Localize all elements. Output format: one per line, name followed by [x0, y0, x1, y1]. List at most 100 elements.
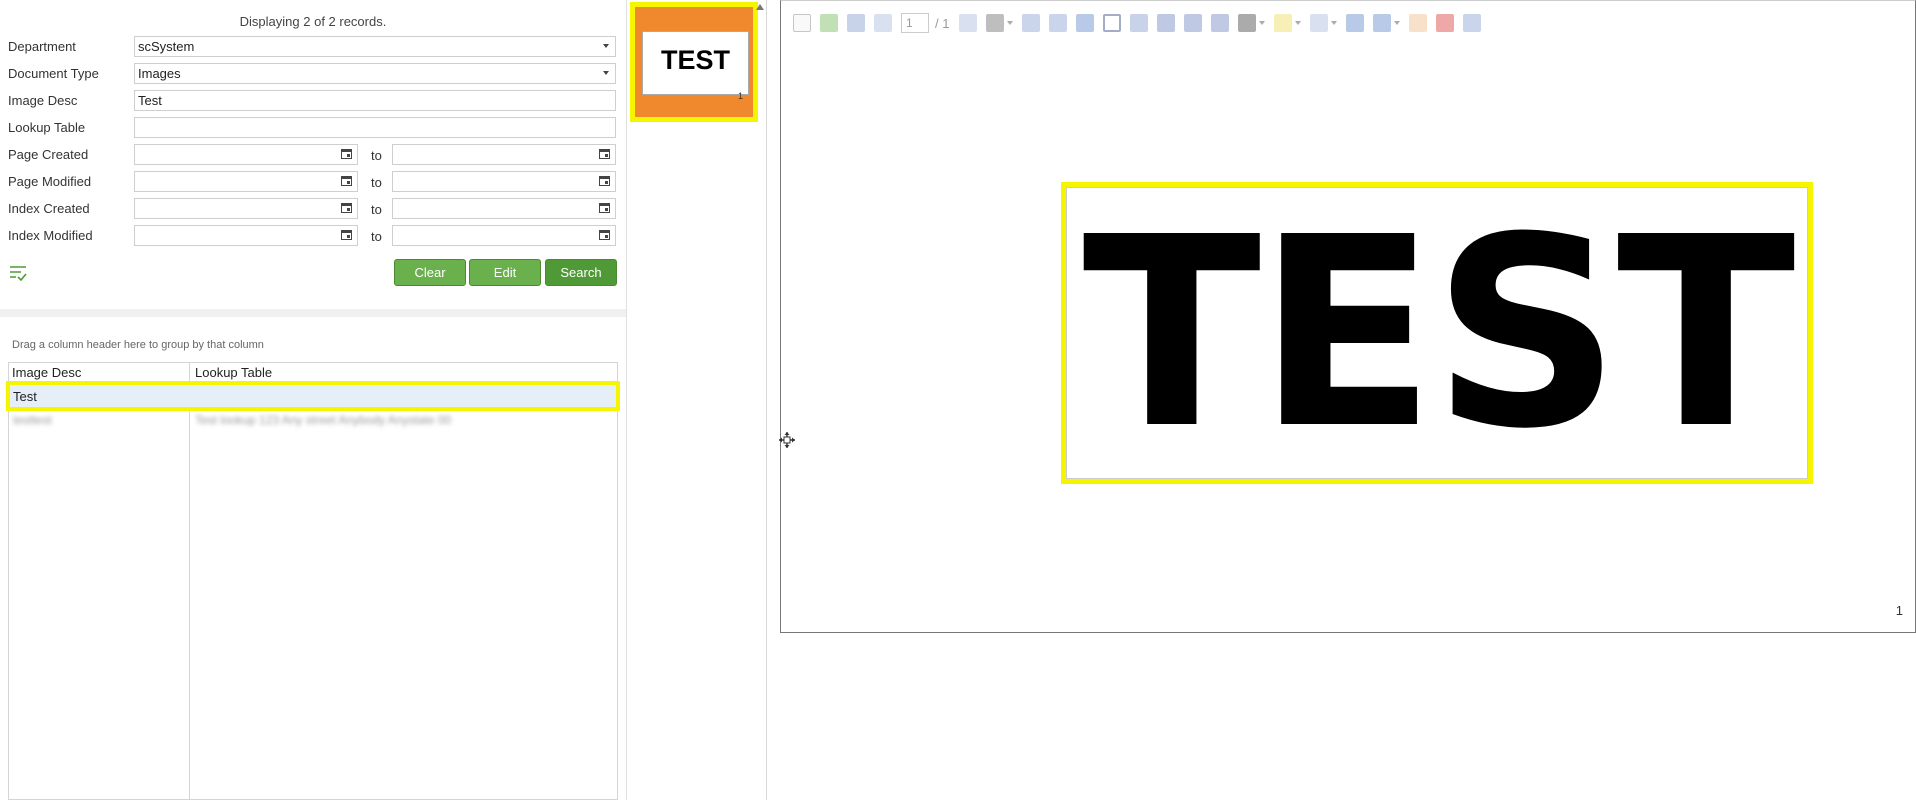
delete-annotation-icon[interactable]	[1436, 14, 1455, 32]
redact-dropdown-icon[interactable]	[1259, 21, 1266, 25]
edit-button[interactable]: Edit	[469, 259, 541, 286]
panel-divider[interactable]	[0, 309, 626, 317]
actual-size-icon[interactable]	[1130, 14, 1149, 32]
grid-header: Image Desc Lookup Table	[9, 363, 617, 383]
to-label: to	[371, 148, 382, 163]
calendar-icon[interactable]	[599, 149, 610, 159]
results-grid: Image Desc Lookup Table Test testtest Te…	[6, 362, 620, 800]
image-desc-label: Image Desc	[8, 93, 78, 108]
document-image-text: TEST	[1082, 181, 1795, 486]
index-modified-row: Index Modified to	[8, 225, 618, 246]
text-annotation-icon[interactable]	[1310, 14, 1329, 32]
page-modified-row: Page Modified to	[8, 171, 618, 192]
viewer-page-number: 1	[1895, 603, 1903, 618]
page-modified-from-input[interactable]	[134, 171, 358, 192]
index-created-label: Index Created	[8, 201, 90, 216]
document-viewer: 1 / 1 TEST 1	[780, 0, 1916, 800]
search-button[interactable]: Search	[545, 259, 617, 286]
add-page-icon[interactable]	[820, 14, 838, 32]
calendar-icon[interactable]	[341, 149, 352, 159]
index-modified-label: Index Modified	[8, 228, 93, 243]
column-header-image-desc[interactable]: Image Desc	[12, 365, 81, 380]
move-cursor-icon	[779, 432, 795, 448]
document-type-row: Document Type Images	[8, 63, 618, 84]
index-modified-from-input[interactable]	[134, 225, 358, 246]
rotate-left-icon[interactable]	[1157, 14, 1176, 32]
clear-button[interactable]: Clear	[394, 259, 466, 286]
pen-icon[interactable]	[1346, 14, 1365, 32]
rotate-right-icon[interactable]	[1184, 14, 1203, 32]
calendar-icon[interactable]	[341, 176, 352, 186]
page-total: / 1	[935, 15, 950, 31]
to-label: to	[371, 229, 382, 244]
table-row[interactable]: Test	[6, 381, 620, 411]
highlight-icon[interactable]	[1274, 14, 1293, 32]
cell-image-desc: testtest	[13, 413, 52, 427]
reorder-pages-icon[interactable]	[847, 14, 865, 32]
page-modified-label: Page Modified	[8, 174, 92, 189]
lookup-table-input[interactable]	[134, 117, 616, 138]
fit-page-icon[interactable]	[1103, 14, 1122, 32]
page-created-label: Page Created	[8, 147, 89, 162]
lookup-table-row: Lookup Table	[8, 117, 618, 138]
index-created-from-input[interactable]	[134, 198, 358, 219]
flip-icon[interactable]	[1211, 14, 1230, 32]
department-row: Department scSystem	[8, 36, 618, 57]
department-select[interactable]: scSystem	[134, 36, 616, 57]
stamp-icon[interactable]	[1373, 14, 1392, 32]
viewer-toolbar: 1 / 1	[793, 11, 1490, 35]
calendar-icon[interactable]	[599, 203, 610, 213]
burn-icon[interactable]	[1409, 14, 1428, 32]
zoom-out-icon[interactable]	[1049, 14, 1068, 32]
document-type-select[interactable]: Images	[134, 63, 616, 84]
document-type-value: Images	[138, 66, 181, 81]
filter-check-icon[interactable]	[9, 265, 27, 281]
cell-lookup-table: Test lookup 123 Any street Anybody Anyst…	[195, 413, 452, 427]
page-number-input[interactable]: 1	[901, 13, 929, 33]
page-thumbnail[interactable]: TEST 1	[630, 2, 758, 122]
thumbnail-page: TEST	[642, 31, 749, 95]
calendar-icon[interactable]	[341, 203, 352, 213]
to-label: to	[371, 175, 382, 190]
calendar-icon[interactable]	[341, 230, 352, 240]
dropdown-arrow-icon[interactable]	[603, 71, 609, 75]
group-by-hint[interactable]: Drag a column header here to group by th…	[12, 339, 264, 351]
page-created-row: Page Created to	[8, 144, 618, 165]
results-panel: Drag a column header here to group by th…	[0, 317, 626, 800]
text-dropdown-icon[interactable]	[1331, 21, 1338, 25]
scroll-up-arrow-icon[interactable]	[756, 4, 764, 10]
to-label: to	[371, 202, 382, 217]
fit-width-icon[interactable]	[1076, 14, 1095, 32]
previous-page-icon[interactable]	[874, 14, 892, 32]
page-created-to-input[interactable]	[392, 144, 616, 165]
table-row[interactable]: testtest Test lookup 123 Any street Anyb…	[9, 408, 617, 432]
image-desc-input[interactable]: Test	[134, 90, 616, 111]
thumbnail-scrollbar[interactable]	[766, 0, 767, 800]
new-page-icon[interactable]	[793, 14, 811, 32]
zoom-in-icon[interactable]	[1022, 14, 1041, 32]
print-icon[interactable]	[986, 14, 1005, 32]
edit-annotation-icon[interactable]	[1463, 14, 1482, 32]
page-created-from-input[interactable]	[134, 144, 358, 165]
print-dropdown-icon[interactable]	[1007, 21, 1014, 25]
image-desc-row: Image Desc Test	[8, 90, 618, 111]
cell-image-desc: Test	[13, 389, 37, 404]
next-page-icon[interactable]	[959, 14, 978, 32]
highlight-dropdown-icon[interactable]	[1295, 21, 1302, 25]
index-created-to-input[interactable]	[392, 198, 616, 219]
document-type-label: Document Type	[8, 66, 99, 81]
index-created-row: Index Created to	[8, 198, 618, 219]
search-panel: Displaying 2 of 2 records. Department sc…	[0, 0, 626, 309]
dropdown-arrow-icon[interactable]	[603, 44, 609, 48]
calendar-icon[interactable]	[599, 176, 610, 186]
column-header-lookup-table[interactable]: Lookup Table	[195, 365, 272, 380]
stamp-dropdown-icon[interactable]	[1394, 21, 1401, 25]
thumbnail-strip: TEST 1	[626, 0, 766, 800]
page-modified-to-input[interactable]	[392, 171, 616, 192]
lookup-table-label: Lookup Table	[8, 120, 86, 135]
thumbnail-text: TEST	[660, 45, 730, 75]
calendar-icon[interactable]	[599, 230, 610, 240]
document-image[interactable]: TEST	[1061, 182, 1813, 484]
redact-rectangle-icon[interactable]	[1238, 14, 1257, 32]
index-modified-to-input[interactable]	[392, 225, 616, 246]
